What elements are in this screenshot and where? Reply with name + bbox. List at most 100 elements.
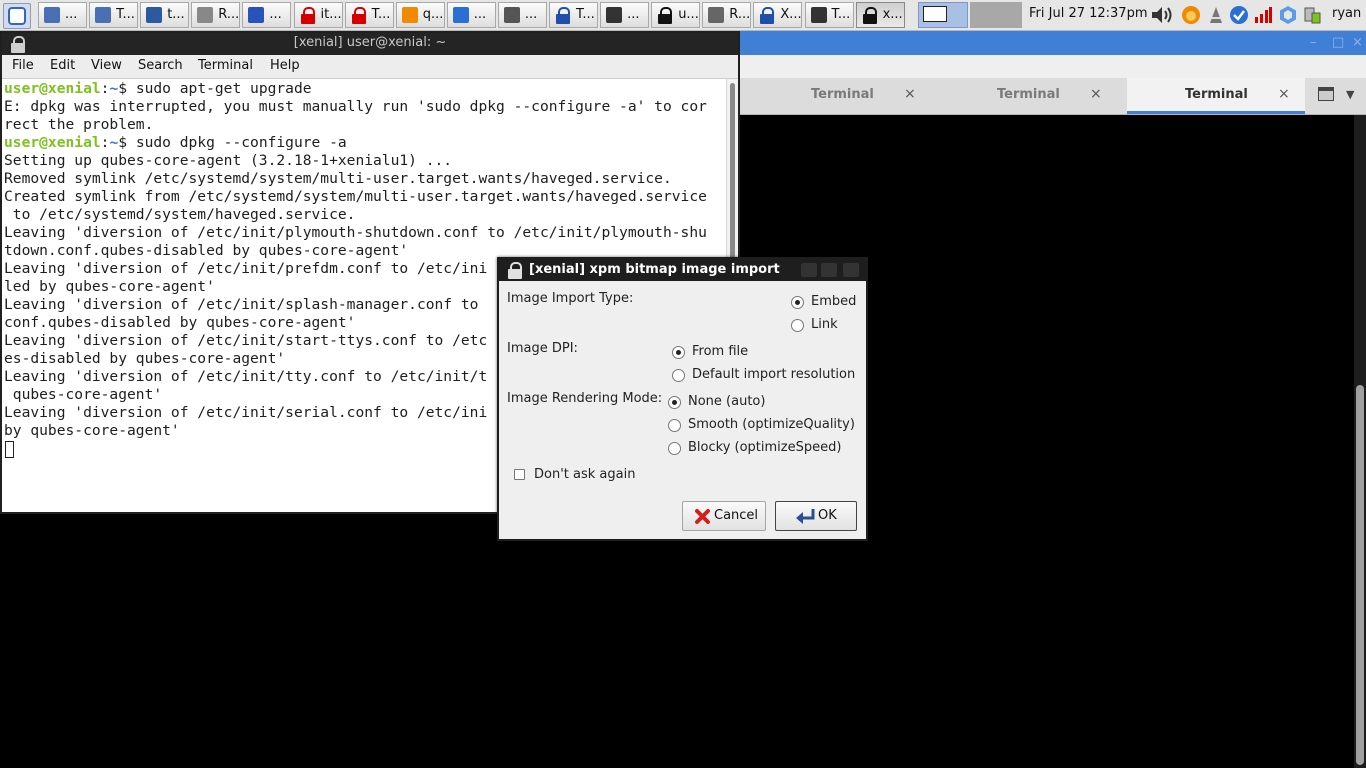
menu-edit[interactable]: Edit (50, 58, 75, 73)
line-text: Leaving 'diversion of /etc/init/tty.conf… (4, 368, 488, 385)
radio-embed[interactable] (791, 296, 804, 309)
taskbar-item[interactable]: R... (191, 2, 241, 28)
taskbar-item[interactable]: ... (600, 2, 650, 28)
radio-blocky-label[interactable]: Blocky (optimizeSpeed) (688, 440, 841, 455)
menu-file[interactable]: File (12, 58, 34, 73)
tab-close-icon[interactable]: × (904, 86, 916, 102)
menu-view[interactable]: View (91, 58, 122, 73)
maximize-icon[interactable]: □ (1332, 35, 1344, 50)
terminal-output-line: Leaving 'diversion of /etc/init/tty.conf… (4, 368, 487, 386)
radio-default-resolution-label[interactable]: Default import resolution (692, 367, 855, 382)
radio-none-auto-label[interactable]: None (auto) (688, 394, 765, 409)
line-text: Created symlink from /etc/systemd/system… (4, 188, 707, 205)
terminal-titlebar[interactable]: [xenial] user@xenial: ~ (2, 33, 738, 55)
tab-terminal-2[interactable]: Terminal × (940, 78, 1127, 114)
minimize-icon[interactable]: – (1310, 35, 1317, 50)
tab-close-icon[interactable]: × (1278, 86, 1290, 102)
top-panel: ... T... t... R...... it... T... q......... T..… (0, 0, 1366, 31)
radio-none-auto[interactable] (668, 396, 681, 409)
tab-terminal-3[interactable]: Terminal × (1127, 78, 1305, 114)
radio-blocky[interactable] (668, 442, 681, 455)
menu-terminal[interactable]: Terminal (198, 58, 253, 73)
chevron-down-icon[interactable]: ▼ (1346, 88, 1354, 101)
cone-tray-icon[interactable] (1206, 5, 1226, 25)
taskbar-item[interactable]: it... (293, 2, 343, 28)
taskbar-item-label: ... (627, 7, 640, 22)
prompt-user: user@xenial (4, 134, 101, 151)
terminal-output-line: Leaving 'diversion of /etc/init/start-tt… (4, 332, 487, 350)
firefox-icon (248, 7, 265, 23)
scrollbar-thumb[interactable] (730, 83, 735, 269)
check-tray-icon[interactable] (1229, 5, 1249, 25)
dont-ask-checkbox[interactable] (514, 469, 525, 480)
tab-terminal-1[interactable]: Terminal × (740, 78, 940, 114)
cancel-button[interactable]: Cancel (682, 501, 766, 531)
radio-default-resolution[interactable] (672, 369, 685, 382)
taskbar-item[interactable]: ... (446, 2, 496, 28)
taskbar-item[interactable]: ... (242, 2, 292, 28)
radio-from-file-label[interactable]: From file (692, 344, 748, 359)
close-icon[interactable]: × (1352, 35, 1363, 50)
ok-button[interactable]: OK (775, 501, 857, 531)
maximize-icon[interactable] (821, 263, 837, 277)
close-icon[interactable] (843, 263, 859, 277)
cancel-x-icon (695, 509, 710, 524)
lock-icon (351, 7, 367, 24)
radio-embed-label[interactable]: Embed (811, 294, 856, 309)
radio-smooth-label[interactable]: Smooth (optimizeQuality) (688, 417, 855, 432)
dpi-label: Image DPI: (507, 341, 578, 356)
taskbar-item-label: R... (729, 7, 751, 22)
lock-icon (759, 7, 775, 24)
qubes-tray-icon[interactable] (1278, 5, 1298, 25)
taskbar-item-label: R... (218, 7, 240, 22)
network-tray-icon[interactable] (1253, 5, 1273, 25)
taskbar-item[interactable]: T... (549, 2, 598, 28)
taskbar-item[interactable]: x... (855, 2, 905, 28)
terminal-output-line: Setting up qubes-core-agent (3.2.18-1+xe… (4, 152, 452, 170)
smiley-tray-icon[interactable] (1181, 5, 1201, 25)
terminal-command-line: user@xenial:~$ sudo dpkg --configure -a (4, 134, 347, 152)
taskbar-item-label: t... (167, 7, 185, 22)
taskbar-item[interactable]: R... (702, 2, 752, 28)
taskbar-item[interactable]: ... (38, 2, 87, 28)
prompt-user: user@xenial (4, 80, 101, 97)
workspace-1[interactable] (918, 2, 968, 28)
terminal-output-line: to /etc/systemd/system/haveged.service. (4, 206, 356, 224)
devices-tray-icon[interactable] (1302, 5, 1322, 25)
taskbar-item[interactable]: X... (753, 2, 803, 28)
line-text: es-disabled by qubes-core-agent' (4, 350, 286, 367)
radio-from-file[interactable] (672, 346, 685, 359)
taskbar-item[interactable]: T... (344, 2, 394, 28)
background-window-titlebar[interactable]: – □ × (740, 31, 1366, 55)
taskbar-item[interactable]: ... (497, 2, 547, 28)
radio-link[interactable] (791, 319, 804, 332)
taskbar-item[interactable]: T... (89, 2, 139, 28)
dialog-titlebar[interactable]: [xenial] xpm bitmap image import (499, 259, 866, 281)
taskbar-item[interactable]: t... (140, 2, 190, 28)
prompt-path: ~ (109, 80, 119, 97)
menu-help[interactable]: Help (270, 58, 300, 73)
disk-icon (503, 7, 520, 23)
taskbar-item[interactable]: q... (395, 2, 445, 28)
clock[interactable]: Fri Jul 27 12:37pm (1029, 6, 1148, 21)
tab-close-icon[interactable]: × (1090, 86, 1102, 102)
radio-link-label[interactable]: Link (811, 317, 838, 332)
radio-smooth[interactable] (668, 419, 681, 432)
new-tab-icon[interactable] (1318, 87, 1334, 101)
background-scrollbar[interactable] (1354, 115, 1366, 768)
workspace-2[interactable] (970, 2, 1022, 28)
username[interactable]: ryan (1332, 6, 1361, 21)
taskbar-item[interactable]: u... (651, 2, 701, 28)
line-text: by qubes-core-agent' (4, 422, 180, 439)
rendering-mode-label: Image Rendering Mode: (507, 391, 663, 406)
menu-search[interactable]: Search (138, 58, 183, 73)
terminal-output-line: E: dpkg was interrupted, you must manual… (4, 98, 707, 116)
taskbar-item-label: T... (576, 7, 595, 22)
dont-ask-label[interactable]: Don't ask again (534, 467, 635, 482)
volume-icon[interactable] (1150, 5, 1174, 25)
qubes-menu-button[interactable] (3, 3, 31, 29)
terminal-title: [xenial] user@xenial: ~ (293, 35, 447, 50)
workspace-pager[interactable] (918, 2, 1022, 28)
taskbar-item[interactable]: T... (804, 2, 854, 28)
minimize-icon[interactable] (801, 263, 817, 277)
